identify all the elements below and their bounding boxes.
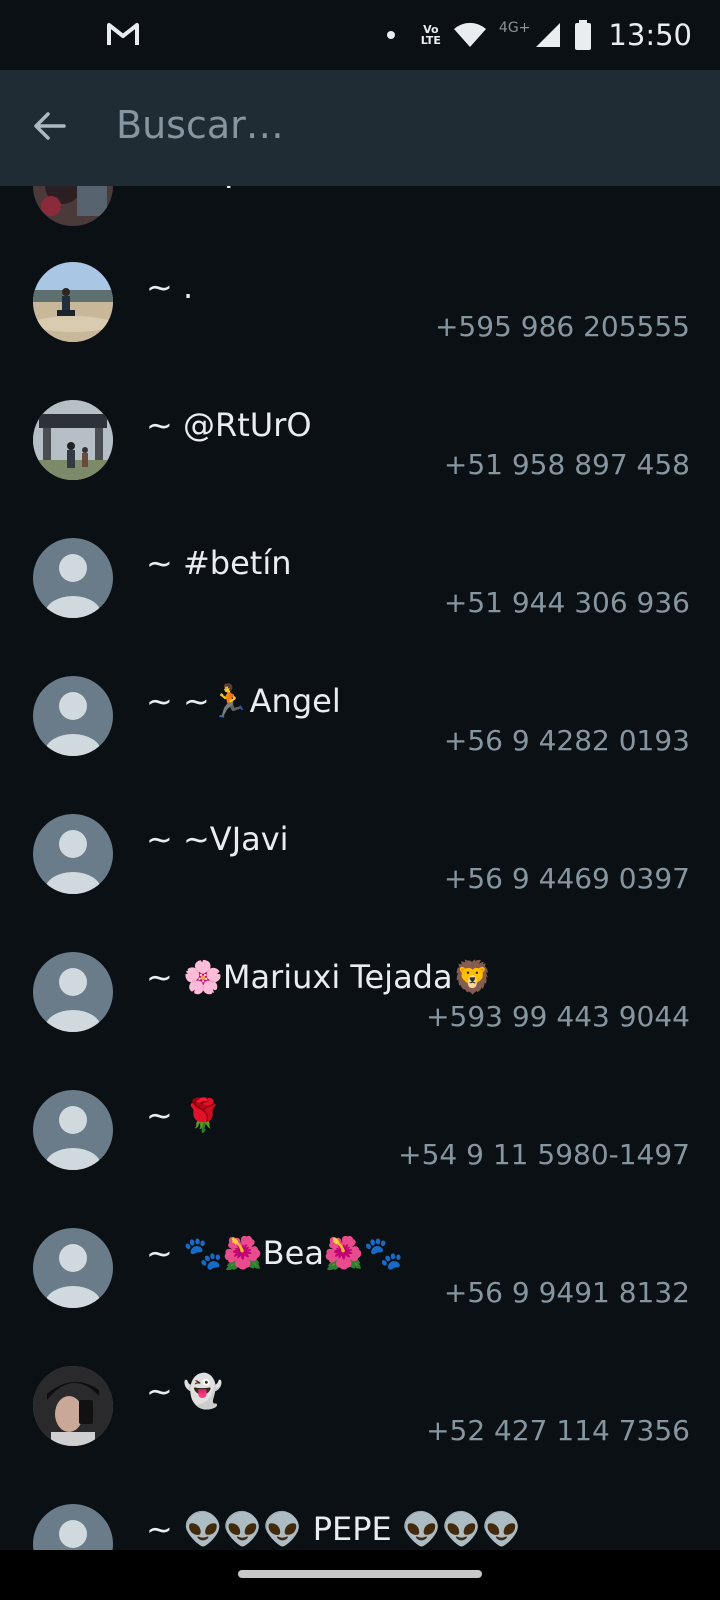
default-avatar-icon (33, 538, 113, 618)
list-item[interactable]: ~ . +595 986 205555 (0, 248, 720, 387)
battery-icon (575, 20, 592, 50)
volte-icon: Vo LTE (421, 24, 441, 46)
default-avatar-icon (33, 676, 113, 756)
contact-name: ~ @RtUrO (146, 406, 312, 444)
list-item[interactable]: ~ @RtUrO +51 958 897 458 (0, 386, 720, 525)
contact-avatar (33, 400, 113, 480)
search-input[interactable] (114, 92, 678, 158)
contact-phone: +56 9 4469 0397 (443, 862, 690, 895)
signal-icon (536, 23, 561, 47)
contact-avatar (33, 262, 113, 342)
notification-dot-icon (386, 31, 395, 39)
contact-name: ~ 👽👽👽 PEPE 👽👽👽 (146, 1510, 522, 1548)
list-item[interactable]: ~ 👽👽👽 PEPE 👽👽👽 (0, 1490, 720, 1550)
default-avatar-icon (33, 1228, 113, 1308)
contact-phone: +56 9 9491 8132 (443, 1276, 690, 1309)
list-item[interactable]: ~ 🌹 +54 9 11 5980-1497 (0, 1076, 720, 1215)
network-type-label: 4G+ (498, 20, 531, 36)
list-item[interactable]: ~ 👻 +52 427 114 7356 (0, 1352, 720, 1491)
arrow-left-icon[interactable] (28, 104, 72, 148)
contact-name: ~ 🐾🌺Bea🌺🐾 (146, 1234, 404, 1272)
contact-phone: +51 958 897 458 (443, 448, 690, 481)
contact-phone: +54 9 11 5980-1497 (398, 1138, 690, 1171)
contact-name: ~ . (146, 268, 194, 306)
contact-name: ~ 🌹 (146, 1096, 223, 1134)
home-gesture-handle[interactable] (238, 1570, 482, 1578)
contact-phone: +595 986 205555 (434, 310, 690, 343)
list-item[interactable]: ~ #betín +51 944 306 936 (0, 524, 720, 663)
status-bar: Vo LTE 4G+ 13:50 (0, 0, 720, 70)
system-navigation-bar (0, 1550, 720, 1600)
wifi-icon (453, 22, 486, 47)
list-item[interactable]: ~ ~🏃Angel +56 9 4282 0193 (0, 662, 720, 801)
contact-phone: +593 99 443 9044 (426, 1000, 690, 1033)
contact-phone: +51 944 306 936 (443, 586, 690, 619)
clock: 13:50 (608, 18, 692, 52)
list-item[interactable]: ~ 🌸Mariuxi Tejada🦁 +593 99 443 9044 (0, 938, 720, 1077)
contact-phone: +56 9 4282 0193 (443, 724, 690, 757)
contact-list: ~ . ~ . +595 986 205555 (0, 186, 720, 1550)
contact-phone: +52 427 114 7356 (426, 1414, 690, 1447)
gmail-icon (107, 23, 139, 45)
list-item[interactable]: ~ 🐾🌺Bea🌺🐾 +56 9 9491 8132 (0, 1214, 720, 1353)
contact-name: ~ . (146, 186, 234, 196)
default-avatar-icon (33, 1090, 113, 1170)
contact-avatar (33, 186, 113, 226)
search-header (0, 70, 720, 186)
contact-avatar (33, 1366, 113, 1446)
contact-name: ~ ~🏃Angel (146, 682, 341, 720)
list-item-partial[interactable]: ~ . (0, 186, 720, 256)
default-avatar-icon (33, 952, 113, 1032)
contact-name: ~ 🌸Mariuxi Tejada🦁 (146, 958, 493, 996)
contact-name: ~ 👻 (146, 1372, 223, 1410)
default-avatar-icon (33, 814, 113, 894)
volte-bottom-label: LTE (420, 34, 441, 47)
contact-name: ~ #betín (146, 544, 292, 582)
contact-name: ~ ~VJavi (146, 820, 289, 858)
list-item[interactable]: ~ ~VJavi +56 9 4469 0397 (0, 800, 720, 939)
default-avatar-icon (33, 1504, 113, 1550)
